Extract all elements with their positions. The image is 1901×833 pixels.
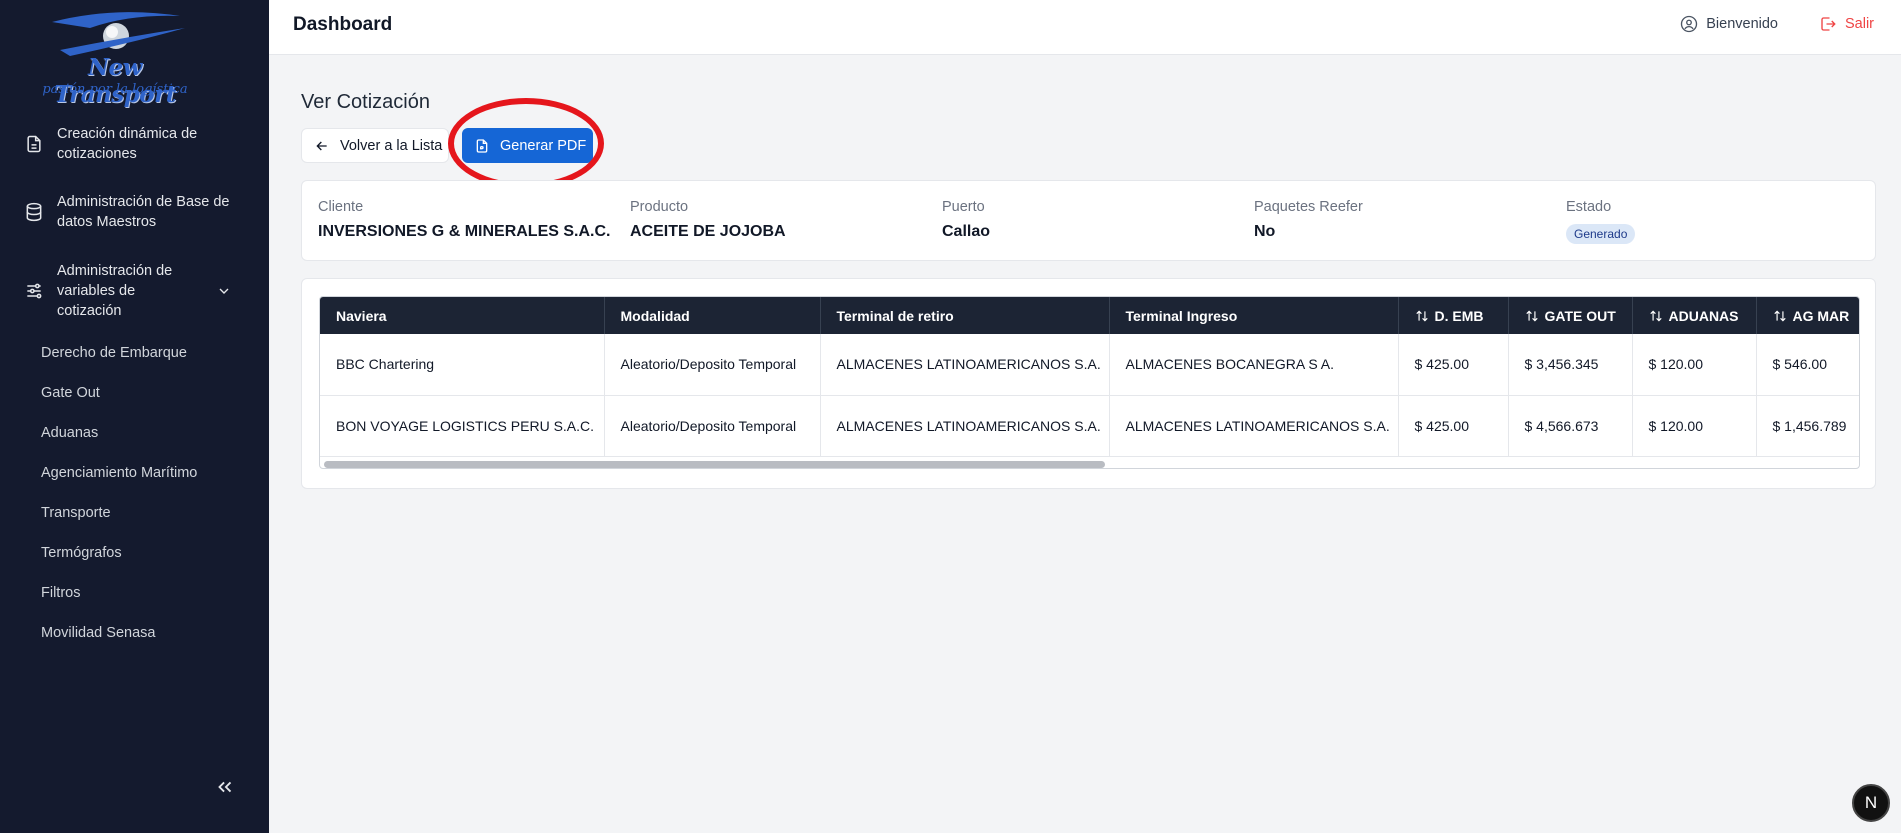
column-header-terminal-retiro: Terminal de retiro bbox=[820, 297, 1110, 334]
reefer-label: Paquetes Reefer bbox=[1254, 199, 1363, 215]
sort-icon bbox=[1415, 310, 1428, 321]
sidebar-subitem-agenciamiento-maritimo[interactable]: Agenciamiento Marítimo bbox=[41, 465, 197, 481]
cliente-value: INVERSIONES G & MINERALES S.A.C. bbox=[318, 223, 611, 240]
sidebar-subitem-filtros[interactable]: Filtros bbox=[41, 585, 80, 601]
logo-text: New Transport bbox=[54, 54, 176, 108]
logout-icon bbox=[1821, 17, 1836, 31]
logo-tagline: pasión por la logística bbox=[42, 82, 188, 97]
cell-terminal-retiro: ALMACENES LATINOAMERICANOS S.A. bbox=[820, 334, 1110, 396]
user-circle-icon bbox=[1681, 15, 1698, 33]
arrow-left-icon bbox=[316, 141, 327, 150]
welcome-user[interactable]: Bienvenido bbox=[1680, 15, 1778, 33]
cell-gate-out: $ 3,456.345 bbox=[1508, 334, 1633, 396]
chevron-down-icon[interactable] bbox=[216, 283, 232, 299]
sidebar-item-variables-cotizacion[interactable]: Administración de variables de cotizació… bbox=[24, 260, 246, 322]
column-header-gate-out[interactable]: GATE OUT bbox=[1508, 297, 1633, 334]
sidebar-item-label: Administración de variables de cotizació… bbox=[57, 263, 173, 319]
cell-ag-mar: $ 1,456.789 bbox=[1756, 395, 1859, 457]
pdf-button-label: Generar PDF bbox=[500, 137, 587, 154]
cell-d-emb: $ 425.00 bbox=[1398, 395, 1509, 457]
page-title: Ver Cotización bbox=[301, 91, 430, 113]
info-puerto: Puerto Callao bbox=[942, 199, 990, 241]
table-row[interactable]: BON VOYAGE LOGISTICS PERU S.A.C. Aleator… bbox=[320, 395, 1859, 457]
quotation-info-card: Cliente INVERSIONES G & MINERALES S.A.C.… bbox=[301, 180, 1876, 261]
sidebar-subitem-derecho-embarque[interactable]: Derecho de Embarque bbox=[41, 345, 187, 361]
dev-tools-badge[interactable]: N bbox=[1852, 784, 1890, 822]
quotation-table-card: Naviera Modalidad Terminal de retiro Ter… bbox=[301, 278, 1876, 489]
sidebar-subitem-transporte[interactable]: Transporte bbox=[41, 505, 111, 521]
table-row[interactable]: BBC Chartering Aleatorio/Deposito Tempor… bbox=[320, 334, 1859, 396]
header-title: Dashboard bbox=[293, 14, 393, 35]
column-header-terminal-ingreso: Terminal Ingreso bbox=[1109, 297, 1399, 334]
database-icon bbox=[26, 202, 42, 222]
back-button-label: Volver a la Lista bbox=[340, 137, 443, 154]
cell-d-emb: $ 425.00 bbox=[1398, 334, 1509, 396]
quotation-table: Naviera Modalidad Terminal de retiro Ter… bbox=[320, 297, 1859, 457]
sort-icon bbox=[1649, 310, 1662, 321]
sidebar-subitem-gate-out[interactable]: Gate Out bbox=[41, 385, 100, 401]
logout-label: Salir bbox=[1844, 16, 1874, 32]
sidebar-item-creacion-cotizaciones[interactable]: Creación dinámica de cotizaciones bbox=[24, 124, 244, 164]
logout-button[interactable]: Salir bbox=[1819, 15, 1874, 33]
cell-modalidad: Aleatorio/Deposito Temporal bbox=[604, 334, 821, 396]
collapse-sidebar-icon[interactable] bbox=[214, 776, 236, 798]
cell-naviera: BON VOYAGE LOGISTICS PERU S.A.C. bbox=[320, 395, 605, 457]
sidebar-subitem-aduanas[interactable]: Aduanas bbox=[41, 425, 98, 441]
logo[interactable]: New Transport pasión por la logística bbox=[40, 10, 190, 108]
table-scroll-container[interactable]: Naviera Modalidad Terminal de retiro Ter… bbox=[319, 296, 1860, 469]
cell-terminal-retiro: ALMACENES LATINOAMERICANOS S.A. bbox=[820, 395, 1110, 457]
producto-value: ACEITE DE JOJOBA bbox=[630, 223, 786, 240]
horizontal-scrollbar[interactable] bbox=[324, 461, 1105, 468]
welcome-label: Bienvenido bbox=[1706, 16, 1778, 32]
document-icon bbox=[27, 135, 41, 153]
column-header-modalidad: Modalidad bbox=[604, 297, 821, 334]
puerto-value: Callao bbox=[942, 223, 991, 240]
column-header-label: ADUANAS bbox=[1668, 307, 1739, 324]
cell-ag-mar: $ 546.00 bbox=[1756, 334, 1859, 396]
sidebar-subitem-termografos[interactable]: Termógrafos bbox=[41, 545, 122, 561]
logo-globe-icon bbox=[52, 12, 185, 56]
sort-icon bbox=[1525, 310, 1538, 321]
back-to-list-button[interactable]: Volver a la Lista bbox=[301, 128, 449, 163]
top-header: Dashboard Bienvenido Salir bbox=[269, 0, 1901, 55]
sliders-icon bbox=[27, 283, 42, 299]
cell-terminal-ingreso: ALMACENES BOCANEGRA S A. bbox=[1109, 334, 1399, 396]
status-badge: Generado bbox=[1566, 224, 1636, 244]
sidebar-subitem-movilidad-senasa[interactable]: Movilidad Senasa bbox=[41, 625, 155, 641]
cell-terminal-ingreso: ALMACENES LATINOAMERICANOS S.A. bbox=[1109, 395, 1399, 457]
table-header-row: Naviera Modalidad Terminal de retiro Ter… bbox=[320, 297, 1859, 334]
column-header-label: AG MAR bbox=[1792, 307, 1850, 324]
sidebar-item-label: Administración de Base de datos Maestros bbox=[57, 194, 230, 230]
column-header-aduanas[interactable]: ADUANAS bbox=[1632, 297, 1757, 334]
reefer-value: No bbox=[1254, 223, 1276, 240]
info-estado: Estado Generado bbox=[1566, 199, 1636, 244]
column-header-ag-mar[interactable]: AG MAR bbox=[1756, 297, 1859, 334]
column-header-naviera: Naviera bbox=[320, 297, 605, 334]
producto-label: Producto bbox=[630, 199, 689, 215]
cell-aduanas: $ 120.00 bbox=[1632, 395, 1757, 457]
cell-naviera: BBC Chartering bbox=[320, 334, 605, 396]
cell-gate-out: $ 4,566.673 bbox=[1508, 395, 1633, 457]
file-pdf-icon bbox=[476, 138, 488, 153]
column-header-d-emb[interactable]: D. EMB bbox=[1398, 297, 1509, 334]
cell-modalidad: Aleatorio/Deposito Temporal bbox=[604, 395, 821, 457]
sort-icon bbox=[1773, 310, 1786, 321]
info-paquetes-reefer: Paquetes Reefer No bbox=[1254, 199, 1363, 241]
column-header-label: D. EMB bbox=[1434, 307, 1484, 324]
cliente-label: Cliente bbox=[318, 199, 364, 215]
estado-label: Estado bbox=[1566, 199, 1612, 215]
sidebar-item-base-datos-maestros[interactable]: Administración de Base de datos Maestros bbox=[24, 192, 244, 232]
sidebar-item-label: Creación dinámica de cotizaciones bbox=[57, 126, 198, 162]
cell-aduanas: $ 120.00 bbox=[1632, 334, 1757, 396]
info-cliente: Cliente INVERSIONES G & MINERALES S.A.C. bbox=[318, 199, 610, 241]
puerto-label: Puerto bbox=[942, 199, 985, 215]
generate-pdf-button[interactable]: Generar PDF bbox=[462, 128, 593, 163]
sidebar: New Transport pasión por la logística Cr… bbox=[0, 0, 269, 833]
info-producto: Producto ACEITE DE JOJOBA bbox=[630, 199, 786, 241]
column-header-label: GATE OUT bbox=[1544, 307, 1616, 324]
